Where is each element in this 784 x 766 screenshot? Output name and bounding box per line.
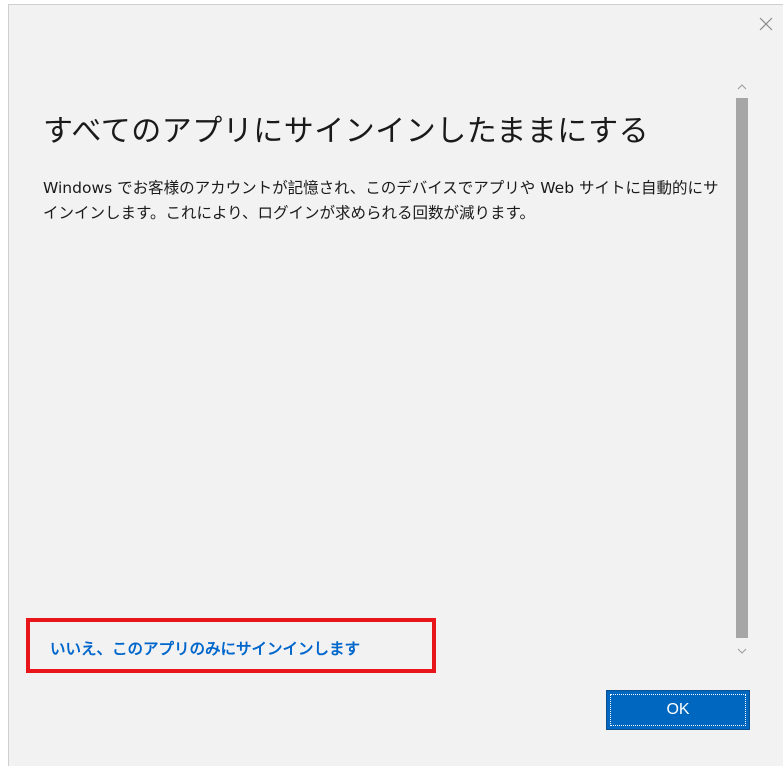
vertical-scrollbar[interactable] bbox=[734, 78, 750, 660]
dialog-title: すべてのアプリにサインインしたままにする bbox=[43, 114, 650, 149]
scroll-down-button[interactable] bbox=[734, 642, 750, 660]
scroll-thumb[interactable] bbox=[736, 98, 748, 638]
scroll-up-button[interactable] bbox=[734, 78, 750, 96]
sign-in-this-app-only-link[interactable]: いいえ、このアプリのみにサインインします bbox=[50, 637, 360, 659]
ok-button[interactable]: OK bbox=[606, 690, 750, 730]
dialog-description: Windows でお客様のアカウントが記憶され、このデバイスでアプリや Web … bbox=[43, 179, 719, 222]
close-icon bbox=[759, 17, 773, 31]
chevron-down-icon bbox=[737, 648, 747, 654]
chevron-up-icon bbox=[737, 84, 747, 90]
close-button[interactable] bbox=[752, 10, 780, 38]
